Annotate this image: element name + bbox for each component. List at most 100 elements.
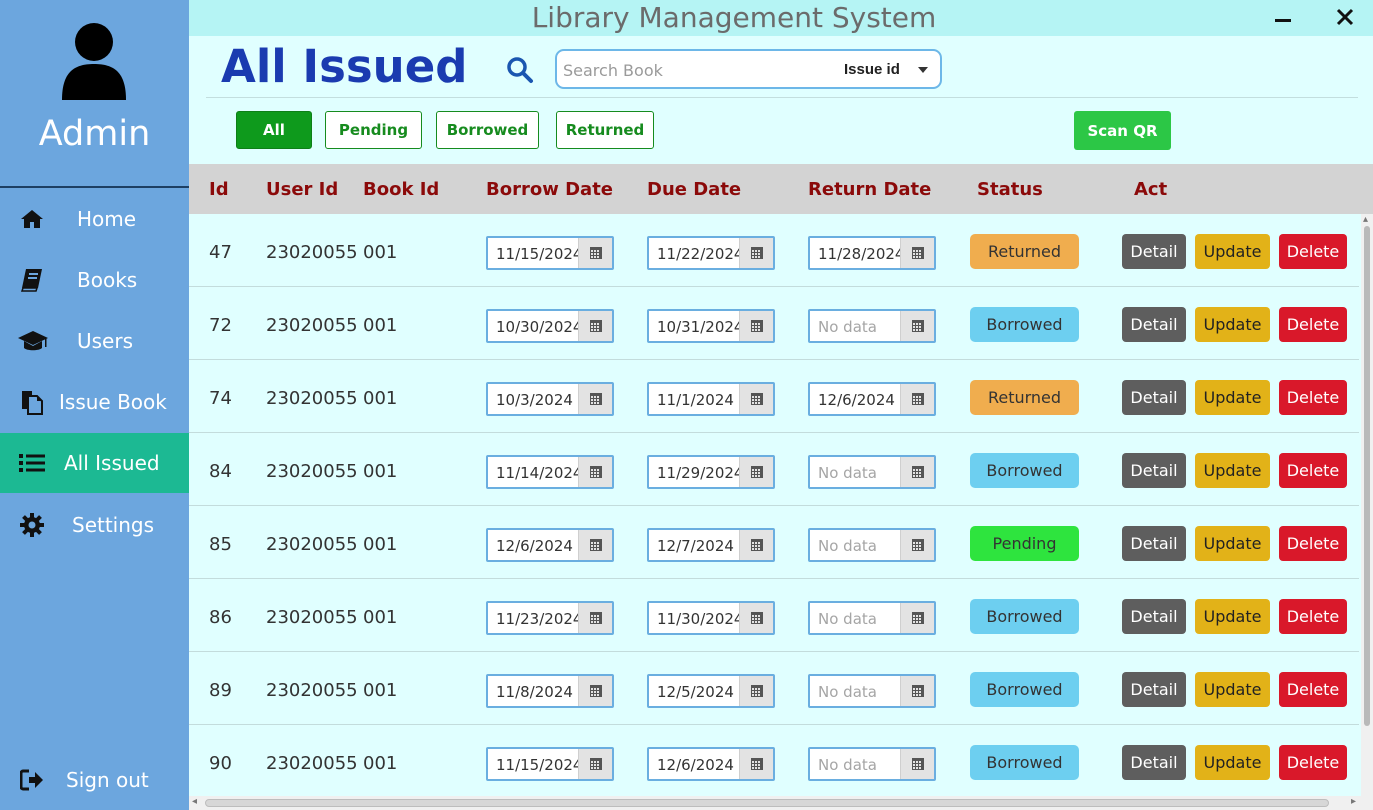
return-date-picker[interactable]: No data <box>808 601 936 635</box>
delete-button[interactable]: Delete <box>1279 526 1347 561</box>
due-date-value[interactable]: 12/5/2024 <box>657 683 734 701</box>
return-date-value[interactable]: No data <box>818 464 877 482</box>
due-date-value[interactable]: 12/6/2024 <box>657 756 734 774</box>
calendar-icon[interactable] <box>739 749 773 779</box>
borrow-date-value[interactable]: 12/6/2024 <box>496 537 573 555</box>
horizontal-scrollbar[interactable]: ◂ ▸ <box>189 796 1373 810</box>
calendar-icon[interactable] <box>900 238 934 268</box>
calendar-icon[interactable] <box>578 384 612 414</box>
due-date-value[interactable]: 11/30/2024 <box>657 610 743 628</box>
search-icon[interactable] <box>506 56 534 84</box>
calendar-icon[interactable] <box>578 311 612 341</box>
column-header-return-date[interactable]: Return Date <box>808 179 931 200</box>
update-button[interactable]: Update <box>1195 745 1270 780</box>
borrow-date-picker[interactable]: 10/3/2024 <box>486 382 614 416</box>
column-header-status[interactable]: Status <box>977 179 1043 200</box>
filter-pending-button[interactable]: Pending <box>325 111 422 149</box>
calendar-icon[interactable] <box>900 530 934 560</box>
calendar-icon[interactable] <box>578 457 612 487</box>
calendar-icon[interactable] <box>900 603 934 633</box>
sidebar-item-settings[interactable]: Settings <box>0 495 189 555</box>
borrow-date-picker[interactable]: 11/14/2024 <box>486 455 614 489</box>
borrow-date-value[interactable]: 11/15/2024 <box>496 245 582 263</box>
calendar-icon[interactable] <box>739 457 773 487</box>
search-input[interactable] <box>563 59 823 81</box>
delete-button[interactable]: Delete <box>1279 234 1347 269</box>
calendar-icon[interactable] <box>900 676 934 706</box>
due-date-picker[interactable]: 12/5/2024 <box>647 674 775 708</box>
detail-button[interactable]: Detail <box>1122 526 1186 561</box>
calendar-icon[interactable] <box>739 603 773 633</box>
calendar-icon[interactable] <box>578 749 612 779</box>
calendar-icon[interactable] <box>900 311 934 341</box>
detail-button[interactable]: Detail <box>1122 380 1186 415</box>
sidebar-item-books[interactable]: Books <box>0 250 189 310</box>
return-date-picker[interactable]: No data <box>808 309 936 343</box>
filter-all-button[interactable]: All <box>236 111 312 149</box>
vertical-scrollbar[interactable]: ▴ <box>1361 214 1373 796</box>
scroll-up-icon[interactable]: ▴ <box>1363 214 1368 225</box>
return-date-picker[interactable]: 12/6/2024 <box>808 382 936 416</box>
calendar-icon[interactable] <box>739 530 773 560</box>
column-header-act[interactable]: Act <box>1134 179 1167 200</box>
calendar-icon[interactable] <box>739 311 773 341</box>
borrow-date-value[interactable]: 11/15/2024 <box>496 756 582 774</box>
due-date-picker[interactable]: 11/30/2024 <box>647 601 775 635</box>
sidebar-item-users[interactable]: Users <box>0 311 189 371</box>
delete-button[interactable]: Delete <box>1279 599 1347 634</box>
sign-out-button[interactable]: Sign out <box>0 750 189 810</box>
calendar-icon[interactable] <box>900 457 934 487</box>
calendar-icon[interactable] <box>739 238 773 268</box>
delete-button[interactable]: Delete <box>1279 453 1347 488</box>
delete-button[interactable]: Delete <box>1279 672 1347 707</box>
calendar-icon[interactable] <box>900 749 934 779</box>
calendar-icon[interactable] <box>578 238 612 268</box>
calendar-icon[interactable] <box>739 384 773 414</box>
borrow-date-picker[interactable]: 11/23/2024 <box>486 601 614 635</box>
return-date-value[interactable]: 11/28/2024 <box>818 245 904 263</box>
return-date-value[interactable]: No data <box>818 756 877 774</box>
return-date-value[interactable]: No data <box>818 610 877 628</box>
due-date-value[interactable]: 11/22/2024 <box>657 245 743 263</box>
detail-button[interactable]: Detail <box>1122 234 1186 269</box>
due-date-value[interactable]: 10/31/2024 <box>657 318 743 336</box>
close-button[interactable] <box>1330 4 1360 30</box>
due-date-picker[interactable]: 11/1/2024 <box>647 382 775 416</box>
calendar-icon[interactable] <box>578 603 612 633</box>
scroll-right-icon[interactable]: ▸ <box>1351 796 1356 807</box>
borrow-date-picker[interactable]: 10/30/2024 <box>486 309 614 343</box>
borrow-date-picker[interactable]: 11/8/2024 <box>486 674 614 708</box>
return-date-picker[interactable]: No data <box>808 455 936 489</box>
update-button[interactable]: Update <box>1195 234 1270 269</box>
update-button[interactable]: Update <box>1195 672 1270 707</box>
return-date-picker[interactable]: No data <box>808 674 936 708</box>
column-header-book-id[interactable]: Book Id <box>363 179 439 200</box>
return-date-value[interactable]: No data <box>818 683 877 701</box>
borrow-date-picker[interactable]: 12/6/2024 <box>486 528 614 562</box>
calendar-icon[interactable] <box>578 676 612 706</box>
vertical-scroll-thumb[interactable] <box>1364 226 1370 726</box>
due-date-value[interactable]: 11/1/2024 <box>657 391 734 409</box>
column-header-id[interactable]: Id <box>209 179 229 200</box>
update-button[interactable]: Update <box>1195 380 1270 415</box>
borrow-date-value[interactable]: 10/3/2024 <box>496 391 573 409</box>
return-date-value[interactable]: No data <box>818 318 877 336</box>
search-filter-select[interactable]: Issue id <box>844 51 934 87</box>
delete-button[interactable]: Delete <box>1279 745 1347 780</box>
column-header-user-id[interactable]: User Id <box>266 179 338 200</box>
column-header-due-date[interactable]: Due Date <box>647 179 741 200</box>
filter-borrowed-button[interactable]: Borrowed <box>436 111 539 149</box>
update-button[interactable]: Update <box>1195 453 1270 488</box>
filter-returned-button[interactable]: Returned <box>556 111 654 149</box>
update-button[interactable]: Update <box>1195 307 1270 342</box>
update-button[interactable]: Update <box>1195 526 1270 561</box>
return-date-picker[interactable]: 11/28/2024 <box>808 236 936 270</box>
detail-button[interactable]: Detail <box>1122 745 1186 780</box>
sidebar-item-issue-book[interactable]: Issue Book <box>0 372 189 432</box>
due-date-picker[interactable]: 12/7/2024 <box>647 528 775 562</box>
due-date-value[interactable]: 12/7/2024 <box>657 537 734 555</box>
borrow-date-value[interactable]: 11/8/2024 <box>496 683 573 701</box>
return-date-value[interactable]: No data <box>818 537 877 555</box>
detail-button[interactable]: Detail <box>1122 307 1186 342</box>
borrow-date-picker[interactable]: 11/15/2024 <box>486 747 614 781</box>
